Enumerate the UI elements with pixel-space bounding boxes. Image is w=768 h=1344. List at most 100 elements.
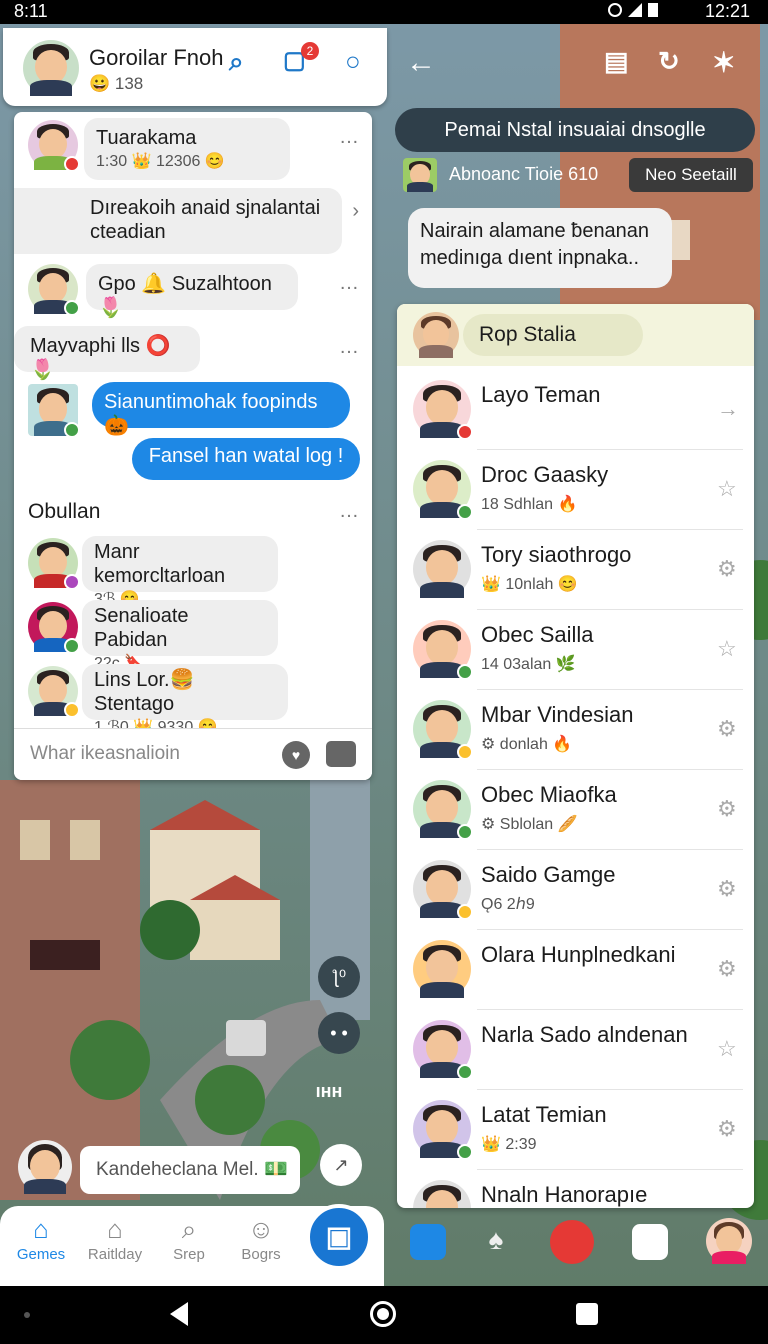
message-icon[interactable]: [632, 1224, 668, 1260]
contact-row[interactable]: Olara Hunplnedkani ⚙: [397, 930, 754, 1010]
more-icon[interactable]: …: [339, 500, 360, 523]
contact-action-icon[interactable]: ☆: [717, 636, 737, 662]
sync-icon[interactable]: ↻: [658, 46, 680, 77]
profile-avatar[interactable]: [23, 40, 79, 96]
contact-row[interactable]: Nnaln Hanorapıe: [397, 1170, 754, 1208]
contact-action-icon[interactable]: ☆: [717, 1036, 737, 1062]
contact-row[interactable]: Droc Gaasky 18 Sdhlan 🔥 ☆: [397, 450, 754, 530]
list-item[interactable]: Gpo 🔔 Suzalhtoon 🌷 …: [14, 260, 372, 319]
bottom-nav-right: ♠: [384, 1206, 768, 1286]
video-icon[interactable]: [326, 741, 356, 767]
contact-row[interactable]: Latat Temian 👑 2:39 ⚙: [397, 1090, 754, 1170]
contact-sub: ⚙ Sblolan 🥖: [481, 816, 578, 833]
recent-apps-icon[interactable]: [576, 1303, 598, 1325]
chat-panel: Tuarakama 1:30 👑 12306 😊 … Dıreakoih ana…: [14, 112, 372, 780]
status-badge: [457, 904, 473, 920]
signal-icon: [628, 3, 642, 17]
list-item[interactable]: Manr kemorcltarloan 3ℬ 😊: [14, 534, 372, 608]
pin-icon[interactable]: ○: [345, 46, 361, 77]
more-icon[interactable]: …: [339, 336, 360, 359]
message-bubble[interactable]: Senalioate Pabidan 22c 🔖: [82, 600, 278, 672]
message-input[interactable]: Whar ikeasnalioin: [30, 743, 180, 765]
avatar: [413, 860, 473, 920]
float-button-2[interactable]: • •: [318, 1012, 360, 1054]
back-icon[interactable]: [170, 1302, 188, 1326]
more-icon[interactable]: …: [339, 126, 360, 149]
back-arrow-icon[interactable]: ←: [406, 46, 436, 80]
list-item[interactable]: Senalioate Pabidan 22c 🔖: [14, 598, 372, 672]
nav-dot-icon: [24, 1312, 30, 1318]
list-item[interactable]: Tuarakama 1:30 👑 12306 😊 …: [14, 116, 372, 182]
float-button-3[interactable]: ıнн: [308, 1070, 350, 1112]
flame-icon[interactable]: ♠: [478, 1224, 514, 1260]
tab-raitlday[interactable]: ⌂ Raitlday: [80, 1214, 150, 1263]
contacts-icon[interactable]: ▤: [604, 46, 629, 77]
avatar: [413, 620, 473, 680]
user-avatar[interactable]: [706, 1218, 752, 1264]
heart-app-icon[interactable]: [550, 1220, 594, 1264]
section-title: Obullan: [28, 500, 101, 523]
share-icon[interactable]: ↗: [320, 1144, 362, 1186]
incoming-message[interactable]: Nairain alamane ƀenanan medinıga dıent i…: [408, 208, 672, 288]
message-bubble[interactable]: Sianuntimohak foopinds 🎃: [92, 382, 350, 437]
tab-gemes[interactable]: ⌂ Gemes: [6, 1214, 76, 1263]
tab-srep[interactable]: ⌕ Srep: [154, 1214, 224, 1263]
avatar: [413, 380, 473, 440]
contact-row[interactable]: Saido Gamge Ǫ6 2ℎ9 ⚙: [397, 850, 754, 930]
contact-action-icon[interactable]: ⚙: [717, 716, 737, 742]
message-bubble[interactable]: Dıreakoih anaid sjnalantai cteadian: [14, 188, 342, 254]
avatar: [413, 460, 473, 520]
home-button-icon[interactable]: [370, 1301, 396, 1327]
more-icon[interactable]: …: [339, 272, 360, 295]
list-title[interactable]: Rop Stalia: [463, 314, 643, 356]
message-title: Tuarakama: [96, 127, 197, 149]
profile-name: Goroilar Fnoh: [89, 45, 224, 70]
tab-bogrs[interactable]: ☺ Bogrs: [226, 1214, 296, 1263]
contact-action-icon[interactable]: ☆: [717, 476, 737, 502]
contact-action-icon[interactable]: ⚙: [717, 556, 737, 582]
mascot-icon[interactable]: ✶: [712, 46, 735, 79]
status-badge: [457, 1144, 473, 1160]
contact-action-icon[interactable]: ⚙: [717, 876, 737, 902]
message-title: Senalioate Pabidan: [94, 605, 189, 651]
message-bubble[interactable]: Lins Lor.🍔 Stentago 1.ℬ0 👑 9330 😊: [82, 664, 288, 736]
float-button-1[interactable]: ƪ⁰: [318, 956, 360, 998]
toast-message[interactable]: Kandeheclana Mel. 💵: [80, 1146, 300, 1194]
chevron-right-icon[interactable]: ›: [352, 200, 360, 223]
search-icon[interactable]: ⌕: [229, 46, 244, 78]
avatar: [28, 666, 80, 718]
status-time-left: 8:11: [14, 1, 48, 21]
subbar-tag-button[interactable]: Neo Seetaill: [629, 158, 753, 192]
message-bubble[interactable]: Tuarakama 1:30 👑 12306 😊: [84, 118, 290, 180]
list-item[interactable]: Fansel han watal log !: [14, 436, 372, 486]
list-item[interactable]: Dıreakoih anaid sjnalantai cteadian ›: [14, 186, 372, 256]
avatar: [413, 700, 473, 760]
contact-row[interactable]: Mbar Vindesian ⚙ donlah 🔥 ⚙: [397, 690, 754, 770]
section-row: Obullan …: [14, 494, 372, 530]
contact-row[interactable]: Obec Sailla 14 03alan 🌿 ☆: [397, 610, 754, 690]
avatar: [28, 264, 80, 316]
contact-sub: 18 Sdhlan 🔥: [481, 496, 578, 513]
list-item[interactable]: Lins Lor.🍔 Stentago 1.ℬ0 👑 9330 😊: [14, 662, 372, 736]
notice-banner[interactable]: Pemai Nstal insuaiai dnsoglle: [395, 108, 755, 152]
message-bubble[interactable]: Manr kemorcltarloan 3ℬ 😊: [82, 536, 278, 608]
contact-action-icon[interactable]: ⚙: [717, 1116, 737, 1142]
compose-button[interactable]: ▣: [306, 1204, 372, 1270]
message-bubble[interactable]: Fansel han watal log !: [132, 438, 360, 480]
message-bubble[interactable]: Gpo 🔔 Suzalhtoon 🌷: [86, 264, 298, 319]
chat-app-icon[interactable]: [410, 1224, 446, 1260]
right-header: ← ▤ ↻ ✶: [386, 28, 768, 106]
heart-icon[interactable]: ♥: [282, 741, 310, 769]
contact-row[interactable]: Layo Teman →: [397, 370, 754, 450]
contact-list-header: Rop Stalia: [397, 304, 754, 366]
contact-row[interactable]: Obec Miaofka ⚙ Sblolan 🥖 ⚙: [397, 770, 754, 850]
contact-action-icon[interactable]: ⚙: [717, 796, 737, 822]
contact-row[interactable]: Tory siaothrogo 👑 10nlah 😊 ⚙: [397, 530, 754, 610]
contact-action-icon[interactable]: →: [717, 396, 739, 422]
status-badge: [457, 424, 473, 440]
list-item[interactable]: Sianuntimohak foopinds 🎃: [14, 380, 372, 442]
contact-action-icon[interactable]: ⚙: [717, 956, 737, 982]
contact-row[interactable]: Narla Sado alndenan ☆: [397, 1010, 754, 1090]
section-bubble[interactable]: Mayvaphi lls ⭕🌷: [14, 326, 200, 381]
contact-name: Olara Hunplnedkani: [481, 942, 676, 967]
